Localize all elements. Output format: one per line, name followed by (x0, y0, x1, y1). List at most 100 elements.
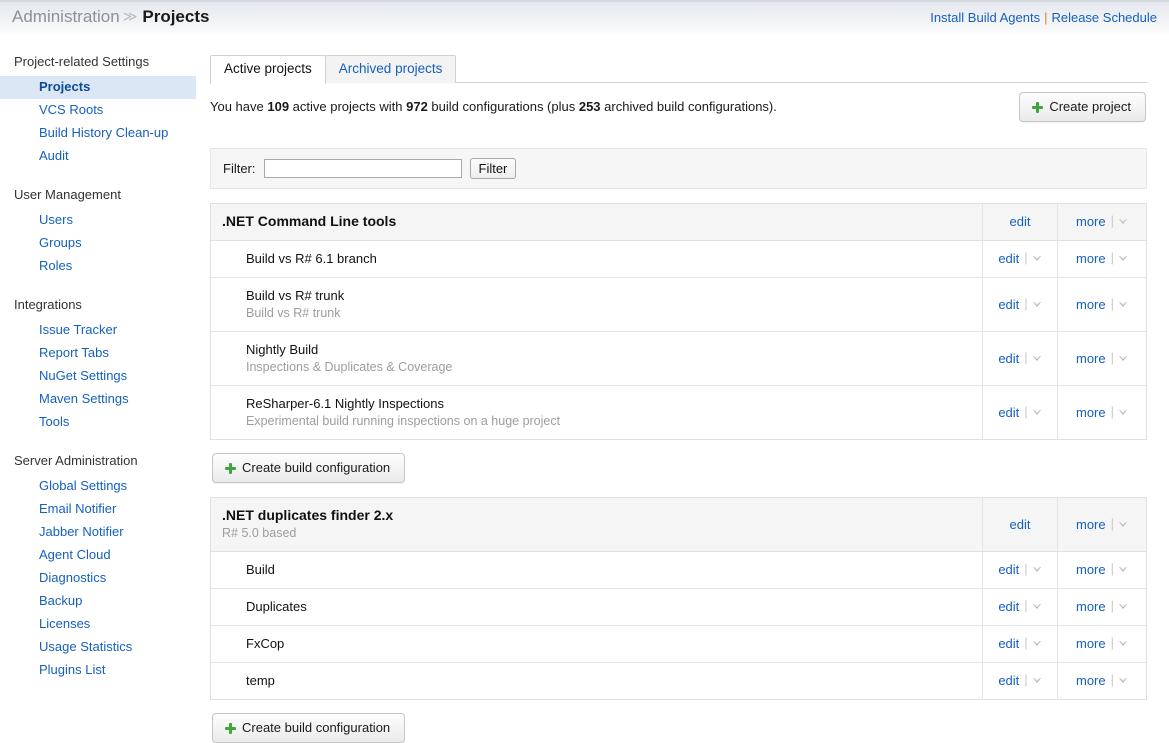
sidebar-item-usage-statistics[interactable]: Usage Statistics (0, 636, 208, 659)
sidebar-group-title: User Management (14, 187, 121, 202)
sidebar-item-report-tabs[interactable]: Report Tabs (0, 342, 208, 365)
chevron-down-icon[interactable] (1119, 219, 1128, 225)
sidebar-item-backup[interactable]: Backup (0, 590, 208, 613)
build-configuration-row[interactable]: Duplicates edit | more | (210, 588, 1147, 626)
more-link[interactable]: more (1076, 405, 1106, 421)
create-project-button[interactable]: Create project (1019, 92, 1146, 122)
more-link[interactable]: more (1076, 673, 1106, 689)
sidebar-group: User Management Users Groups Roles (0, 187, 208, 278)
sidebar-group: Project-related Settings Projects VCS Root… (0, 54, 208, 168)
sidebar-item-tools[interactable]: Tools (0, 411, 208, 434)
build-configuration-name-cell: FxCop (210, 625, 983, 663)
chevron-down-icon[interactable] (1119, 409, 1128, 416)
build-configuration-name-cell: Nightly Build Inspections & Duplicates & … (210, 331, 983, 386)
edit-link[interactable]: edit (1010, 214, 1031, 230)
edit-cell: edit | (982, 588, 1058, 626)
chevron-down-icon[interactable] (1032, 409, 1042, 416)
chevron-down-icon[interactable] (1119, 256, 1128, 262)
edit-actions: edit (1010, 214, 1031, 230)
active-projects-count: 109 (267, 99, 290, 114)
chevron-down-icon[interactable] (1119, 567, 1128, 573)
more-link[interactable]: more (1076, 351, 1106, 367)
filter-input[interactable] (263, 159, 462, 178)
sidebar-item-users[interactable]: Users (0, 209, 208, 232)
chevron-down-icon[interactable] (1119, 641, 1128, 647)
sidebar-item-build-history-clean-up[interactable]: Build History Clean-up (0, 122, 208, 145)
chevron-down-icon[interactable] (1032, 604, 1042, 610)
more-link[interactable]: more (1076, 517, 1106, 533)
summary-mid-2: build configurations (plus (427, 99, 579, 114)
edit-link[interactable]: edit (998, 636, 1019, 652)
topbar-link-divider: | (1044, 10, 1048, 25)
more-separator: | (1110, 672, 1114, 687)
chevron-down-icon[interactable] (1119, 301, 1128, 308)
sidebar-item-maven-settings[interactable]: Maven Settings (0, 388, 208, 411)
sidebar-item-diagnostics[interactable]: Diagnostics (0, 567, 208, 590)
more-link[interactable]: more (1076, 251, 1106, 267)
edit-link[interactable]: edit (998, 351, 1019, 367)
edit-actions: edit | (998, 635, 1042, 652)
sidebar-item-nuget-settings[interactable]: NuGet Settings (0, 365, 208, 388)
build-configuration-row[interactable]: Build edit | more | (210, 551, 1147, 589)
build-configuration-description: Experimental build running inspections o… (246, 414, 561, 428)
sidebar-item-licenses[interactable]: Licenses (0, 613, 208, 636)
sidebar-item-vcs-roots[interactable]: VCS Roots (0, 99, 208, 122)
edit-actions: edit | (998, 561, 1042, 578)
build-configuration-row[interactable]: Build vs R# trunk Build vs R# trunk edit | m… (210, 277, 1147, 332)
sidebar-item-email-notifier[interactable]: Email Notifier (0, 498, 208, 521)
more-actions: more | (1076, 250, 1128, 267)
sidebar-group-title: Integrations (14, 297, 82, 312)
filter-button[interactable]: Filter (469, 158, 517, 179)
sidebar-item-projects[interactable]: Projects (0, 76, 196, 99)
install-build-agents-link[interactable]: Install Build Agents (930, 10, 1040, 25)
more-link[interactable]: more (1076, 297, 1106, 313)
create-build-configuration-button[interactable]: Create build configuration (212, 713, 406, 743)
sidebar-item-jabber-notifier[interactable]: Jabber Notifier (0, 521, 208, 544)
chevron-down-icon[interactable] (1119, 678, 1128, 684)
more-link[interactable]: more (1076, 214, 1106, 230)
edit-link[interactable]: edit (998, 562, 1019, 578)
chevron-down-icon[interactable] (1119, 521, 1128, 528)
release-schedule-link[interactable]: Release Schedule (1051, 10, 1157, 25)
chevron-down-icon[interactable] (1032, 567, 1042, 573)
build-configuration-row[interactable]: temp edit | more | (211, 662, 1147, 700)
chevron-down-icon[interactable] (1119, 355, 1128, 362)
sidebar-item-plugins-list[interactable]: Plugins List (0, 659, 208, 682)
edit-link[interactable]: edit (1010, 517, 1031, 533)
edit-link[interactable]: edit (998, 405, 1019, 421)
sidebar-item-agent-cloud[interactable]: Agent Cloud (0, 544, 208, 567)
build-configuration-description: Build vs R# trunk (246, 306, 341, 320)
build-configuration-row[interactable]: Build vs R# 6.1 branch edit | more | (210, 240, 1147, 278)
chevron-down-icon[interactable] (1119, 604, 1128, 610)
tab-active-projects[interactable]: Active projects (210, 55, 326, 84)
more-link[interactable]: more (1076, 636, 1106, 652)
chevron-down-icon[interactable] (1032, 256, 1042, 262)
sidebar-group-spacer (0, 174, 208, 187)
tab-archived-projects[interactable]: Archived projects (324, 55, 457, 83)
build-configuration-name-cell: Build (210, 551, 983, 589)
create-build-configuration-button[interactable]: Create build configuration (212, 453, 406, 483)
more-link[interactable]: more (1076, 599, 1106, 615)
sidebar-item-groups[interactable]: Groups (0, 232, 208, 255)
chevron-down-icon[interactable] (1032, 641, 1042, 647)
chevron-down-icon[interactable] (1032, 355, 1042, 362)
edit-link[interactable]: edit (998, 599, 1019, 615)
build-configuration-row[interactable]: Nightly Build Inspections & Duplicates & … (210, 331, 1147, 386)
sidebar-item-global-settings[interactable]: Global Settings (0, 475, 208, 498)
build-configuration-name-cell: Build vs R# 6.1 branch (210, 240, 983, 278)
more-link[interactable]: more (1076, 562, 1106, 578)
build-configuration-row[interactable]: ReSharper-6.1 Nightly Inspections Experim… (211, 385, 1147, 440)
edit-cell: edit | (982, 331, 1058, 386)
edit-link[interactable]: edit (998, 251, 1019, 267)
sidebar-item-issue-tracker[interactable]: Issue Tracker (0, 319, 208, 342)
chevron-down-icon[interactable] (1032, 678, 1042, 684)
sidebar-item-roles[interactable]: Roles (0, 255, 208, 278)
sidebar-item-audit[interactable]: Audit (0, 145, 208, 168)
edit-link[interactable]: edit (998, 673, 1019, 689)
edit-link[interactable]: edit (998, 297, 1019, 313)
breadcrumb-administration[interactable]: Administration (12, 7, 120, 26)
build-configuration-row[interactable]: FxCop edit | more | (210, 625, 1147, 663)
sidebar-group-title: Project-related Settings (14, 54, 150, 69)
page-body: Project-related Settings Projects VCS Root… (0, 33, 1169, 743)
chevron-down-icon[interactable] (1032, 301, 1042, 308)
